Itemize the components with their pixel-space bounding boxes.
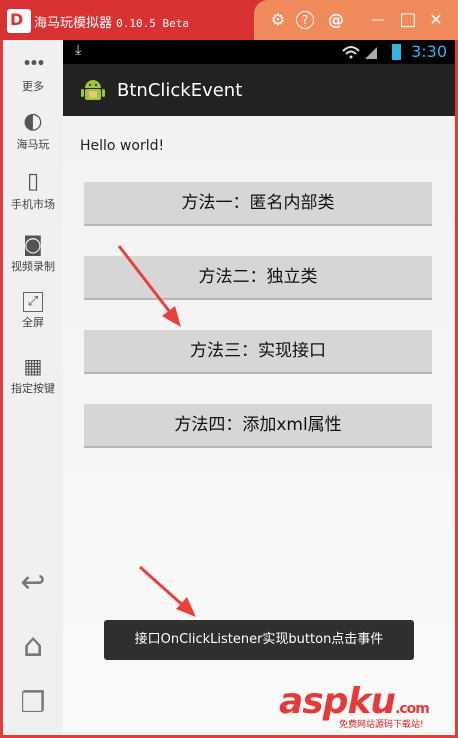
- sidebar-item-label: 手机市场: [11, 198, 55, 211]
- app-logo-icon: D: [7, 9, 31, 33]
- window-title-text: 海马玩模拟器: [34, 16, 113, 31]
- action-bar: BtnClickEvent: [63, 64, 455, 116]
- minimize-button[interactable]: —: [368, 10, 388, 30]
- app-title: BtnClickEvent: [117, 80, 243, 101]
- sidebar-item-label: 视频录制: [11, 260, 55, 273]
- window-title: 海马玩模拟器 0.10.5 Beta: [34, 12, 189, 31]
- sidebar-item-more[interactable]: ••• 更多: [3, 52, 63, 94]
- maximize-button[interactable]: □: [398, 10, 418, 30]
- sidebar-item-fullscreen[interactable]: ⤢ 全屏: [3, 292, 63, 330]
- emulator-sidebar: ••• 更多 ◐ 海马玩 ▯ 手机市场 ◙ 视频录制 ⤢ 全屏 ▦ 指定按键 ↩…: [3, 40, 63, 735]
- window-version: 0.10.5 Beta: [116, 17, 190, 30]
- method-four-button[interactable]: 方法四：添加xml属性: [84, 404, 432, 448]
- site-watermark: aspku.com 免费网站源码下载站!: [279, 681, 449, 730]
- android-robot-icon: [81, 80, 105, 100]
- sidebar-item-haima[interactable]: ◐ 海马玩: [3, 110, 63, 152]
- method-three-button[interactable]: 方法三：实现接口: [84, 330, 432, 374]
- android-screen: ⤓ 3:30 BtnClickEvent Hello world! 方法一：匿名…: [63, 40, 455, 735]
- at-icon[interactable]: @: [326, 10, 346, 30]
- sidebar-item-keymap[interactable]: ▦ 指定按键: [3, 354, 63, 396]
- hello-text: Hello world!: [80, 138, 165, 154]
- titlebar-controls: ⚙ ? @ — □ ✕: [254, 0, 458, 40]
- emulator-titlebar: D 海马玩模拟器 0.10.5 Beta ⚙ ? @ — □ ✕: [0, 0, 458, 40]
- method-two-button[interactable]: 方法二：独立类: [84, 256, 432, 300]
- sidebar-item-label: 指定按键: [11, 382, 55, 395]
- watermark-logo-text: aspku.com: [279, 681, 430, 722]
- home-icon: ⌂: [22, 626, 44, 664]
- back-icon: ↩: [20, 565, 46, 600]
- toast-message: 接口OnClickListener实现button点击事件: [104, 620, 414, 660]
- gear-icon[interactable]: ⚙: [268, 10, 288, 30]
- sidebar-item-video-record[interactable]: ◙ 视频录制: [3, 232, 63, 274]
- status-time: 3:30: [411, 42, 447, 61]
- sidebar-item-label: 更多: [22, 80, 44, 93]
- sidebar-item-label: 全屏: [22, 316, 44, 329]
- back-button[interactable]: ↩: [3, 566, 63, 600]
- emulator-frame: D 海马玩模拟器 0.10.5 Beta ⚙ ? @ — □ ✕ ••• 更多 …: [0, 0, 458, 738]
- recent-apps-icon: ❐: [20, 686, 46, 719]
- recent-apps-button[interactable]: ❐: [3, 686, 63, 720]
- method-one-button[interactable]: 方法一：匿名内部类: [84, 182, 432, 226]
- phone-market-icon: ▯: [26, 169, 40, 194]
- battery-icon: [392, 44, 401, 60]
- download-icon: ⤓: [75, 42, 82, 58]
- arrow-annotation-lower: [139, 565, 196, 617]
- app-content: Hello world! 方法一：匿名内部类 方法二：独立类 方法三：实现接口 …: [63, 116, 455, 735]
- more-icon: •••: [22, 56, 46, 72]
- haima-icon: ◐: [23, 109, 43, 134]
- watermark-subtitle: 免费网站源码下载站!: [339, 720, 424, 730]
- close-button[interactable]: ✕: [426, 10, 446, 30]
- sidebar-item-label: 海马玩: [16, 138, 50, 151]
- video-camera-icon: ◙: [23, 232, 43, 256]
- help-icon[interactable]: ?: [296, 11, 314, 29]
- home-button[interactable]: ⌂: [3, 628, 63, 662]
- signal-icon: [342, 46, 377, 59]
- keymap-icon: ▦: [23, 354, 43, 378]
- status-bar: ⤓ 3:30: [63, 40, 455, 64]
- sidebar-item-phone-market[interactable]: ▯ 手机市场: [3, 170, 63, 212]
- fullscreen-icon: ⤢: [23, 292, 43, 312]
